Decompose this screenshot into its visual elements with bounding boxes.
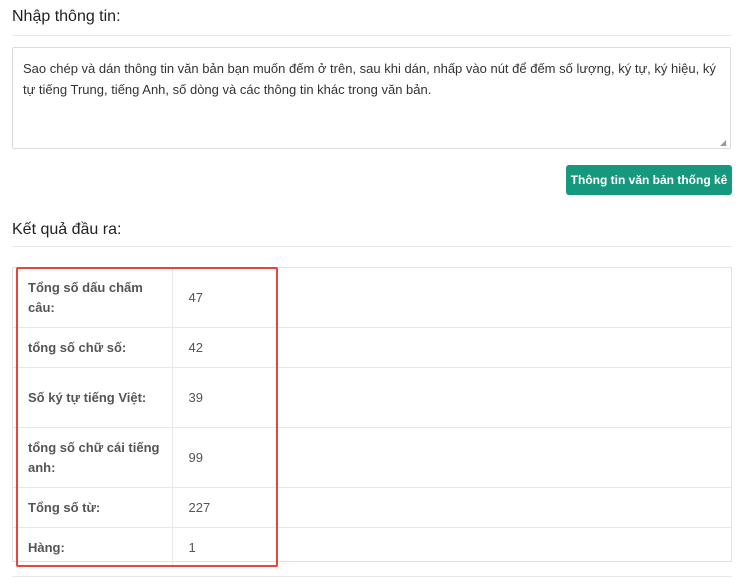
table-row: Tổng số từ: 227 [13, 487, 731, 528]
word-count-label: Tổng số từ: [13, 487, 173, 528]
divider [12, 246, 732, 247]
input-section-title: Nhập thông tin: [12, 8, 121, 25]
result-table: Tổng số dấu chấm câu: 47 tổng số chữ số:… [13, 268, 731, 567]
punctuation-count-value: 47 [172, 268, 731, 328]
text-counter-page: Nhập thông tin: Sao chép và dán thông ti… [0, 0, 745, 586]
divider [12, 576, 732, 577]
vietnamese-char-count-value: 39 [172, 367, 731, 428]
count-text-button[interactable]: Thông tin văn bản thống kê [566, 165, 732, 195]
english-letter-count-label: tổng số chữ cái tiếng anh: [13, 427, 173, 488]
table-row: tổng số chữ số: 42 [13, 327, 731, 368]
word-count-value: 227 [172, 487, 731, 528]
vietnamese-char-count-label: Số ký tự tiếng Việt: [13, 367, 173, 428]
line-count-value: 1 [188, 540, 196, 555]
text-input-area[interactable]: Sao chép và dán thông tin văn bản bạn mu… [12, 47, 731, 149]
digit-count-label: tổng số chữ số: [13, 327, 173, 368]
table-row: Số ký tự tiếng Việt: 39 [13, 367, 731, 428]
output-section-title: Kết quả đầu ra: [12, 221, 122, 238]
table-row: tổng số chữ cái tiếng anh: 99 [13, 427, 731, 488]
divider [12, 35, 732, 36]
english-letter-count-value: 99 [172, 427, 731, 488]
punctuation-count-label: Tổng số dấu chấm câu: [13, 268, 173, 328]
table-row: Hàng: 1 [13, 527, 731, 567]
line-count-label: Hàng: [13, 527, 173, 567]
result-panel: Tổng số dấu chấm câu: 47 tổng số chữ số:… [12, 267, 732, 567]
digit-count-value: 42 [172, 327, 731, 368]
resize-grip-icon[interactable]: ◢ [720, 139, 728, 147]
table-row: Tổng số dấu chấm câu: 47 [13, 268, 731, 328]
